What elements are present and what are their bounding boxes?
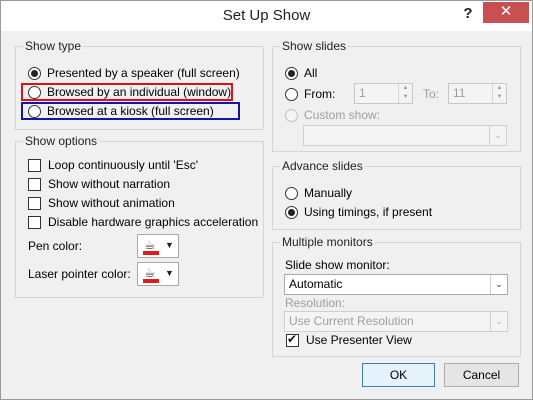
checkbox[interactable]	[286, 332, 299, 347]
radio-label: Browsed at a kiosk (full screen)	[47, 104, 214, 118]
checkbox[interactable]	[28, 196, 41, 210]
from-spinner[interactable]: 1 ▲ ▼	[354, 83, 413, 104]
dialog-title: Set Up Show	[222, 7, 311, 24]
radio-label: Browsed by an individual (window)	[47, 85, 232, 99]
radio-custom-show[interactable]: Custom show:	[285, 108, 380, 122]
checkbox-label: Loop continuously until 'Esc'	[48, 158, 199, 172]
from-value: 1	[359, 86, 366, 100]
resolution-select[interactable]: Use Current Resolution ⌄	[284, 311, 508, 332]
spinner-arrows-icon[interactable]: ▲ ▼	[492, 84, 506, 103]
checkbox-use-presenter-view[interactable]: Use Presenter View	[286, 332, 412, 347]
custom-show-select[interactable]: ⌄	[303, 125, 507, 146]
checkbox-show-without-narration[interactable]: Show without narration	[28, 177, 170, 191]
radio-presented-by-speaker[interactable]: Presented by a speaker (full screen)	[28, 66, 240, 80]
radio-browsed-at-kiosk[interactable]: Browsed at a kiosk (full screen)	[28, 104, 214, 118]
chevron-down-icon: ⌄	[490, 312, 507, 331]
title-bar: Set Up Show ? ✕	[1, 1, 532, 31]
radio-button[interactable]	[28, 85, 41, 99]
checkbox-loop-continuously[interactable]: Loop continuously until 'Esc'	[28, 158, 198, 172]
radio-label: Presented by a speaker (full screen)	[47, 66, 240, 80]
cancel-button[interactable]: Cancel	[444, 363, 519, 387]
chevron-down-icon: ▼	[165, 240, 174, 250]
radio-label: All	[304, 66, 318, 80]
radio-using-timings[interactable]: Using timings, if present	[285, 205, 432, 219]
to-label: To:	[423, 87, 440, 101]
checkbox[interactable]	[28, 215, 41, 229]
to-spinner[interactable]: 11 ▲ ▼	[448, 83, 507, 104]
radio-button[interactable]	[285, 186, 298, 200]
help-button[interactable]: ?	[456, 4, 480, 26]
chevron-down-icon: ▼	[165, 268, 174, 278]
ok-button[interactable]: OK	[362, 363, 435, 387]
checkbox[interactable]	[28, 158, 41, 172]
radio-label: Using timings, if present	[304, 205, 433, 219]
checkbox-label: Show without narration	[48, 177, 171, 191]
radio-label: Manually	[304, 186, 353, 200]
monitor-value: Automatic	[289, 277, 343, 291]
radio-button[interactable]	[285, 87, 298, 101]
resolution-label: Resolution:	[285, 296, 346, 310]
pen-color-swatch	[143, 251, 159, 255]
laser-color-label: Laser pointer color:	[28, 267, 131, 281]
show-slides-title: Show slides	[280, 39, 349, 53]
slide-show-monitor-select[interactable]: Automatic ⌄	[284, 274, 508, 295]
checkbox[interactable]	[28, 177, 41, 191]
radio-browsed-by-individual[interactable]: Browsed by an individual (window)	[28, 85, 231, 99]
radio-manually[interactable]: Manually	[285, 186, 352, 200]
radio-button[interactable]	[285, 205, 298, 219]
radio-button[interactable]	[285, 66, 298, 80]
radio-label: Custom show:	[304, 108, 381, 122]
slide-show-monitor-label: Slide show monitor:	[285, 258, 390, 272]
multiple-monitors-title: Multiple monitors	[280, 235, 375, 249]
checkbox-show-without-animation[interactable]: Show without animation	[28, 196, 175, 210]
pen-color-label: Pen color:	[28, 239, 83, 253]
close-button[interactable]: ✕	[483, 2, 529, 23]
laser-color-swatch	[143, 279, 159, 283]
checkbox-label: Disable hardware graphics acceleration	[48, 215, 259, 229]
checkbox-disable-hw-acceleration[interactable]: Disable hardware graphics acceleration	[28, 215, 258, 229]
show-options-title: Show options	[23, 134, 100, 148]
checkbox-label: Show without animation	[48, 196, 175, 210]
pen-color-button[interactable]: ☕ ▼	[137, 234, 179, 258]
chevron-down-icon: ⌄	[490, 275, 507, 294]
resolution-value: Use Current Resolution	[289, 314, 414, 328]
radio-label: From:	[304, 87, 336, 101]
spinner-arrows-icon[interactable]: ▲ ▼	[398, 84, 412, 103]
show-type-title: Show type	[23, 39, 84, 53]
radio-button[interactable]	[285, 108, 298, 122]
radio-from-slide[interactable]: From:	[285, 87, 335, 101]
radio-button[interactable]	[28, 66, 41, 80]
set-up-show-dialog: Set Up Show ? ✕ Show type Presented by a…	[0, 0, 533, 400]
laser-color-button[interactable]: ☕ ▼	[137, 262, 179, 286]
to-value: 11	[453, 86, 466, 100]
advance-slides-title: Advance slides	[280, 159, 365, 173]
chevron-down-icon: ⌄	[489, 126, 506, 145]
radio-all-slides[interactable]: All	[285, 66, 317, 80]
checkbox-label: Use Presenter View	[306, 333, 412, 347]
radio-button[interactable]	[28, 104, 41, 118]
